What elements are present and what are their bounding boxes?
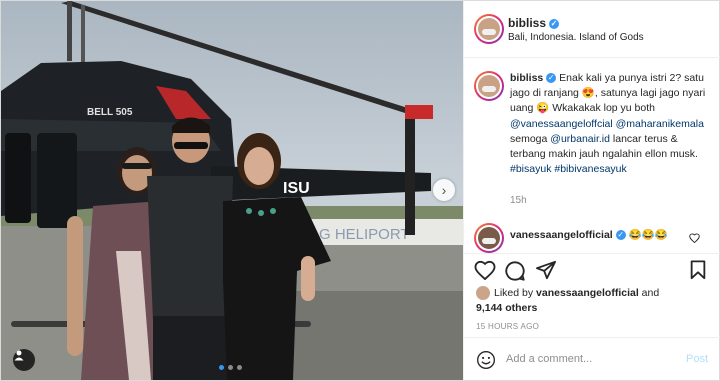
comment-row: vanessaangelofficial ✓ 😂😂😂 bbox=[474, 223, 710, 253]
save-bookmark-icon[interactable] bbox=[689, 260, 707, 285]
caption-time[interactable]: 15h bbox=[510, 195, 527, 206]
carousel-indicator bbox=[219, 365, 242, 370]
helicopter-model-label: BELL 505 bbox=[87, 107, 133, 118]
mention-link[interactable]: @vanessaangeloffcial bbox=[510, 118, 613, 130]
likes-prefix: Liked by bbox=[494, 287, 537, 299]
caption-body: semoga bbox=[510, 132, 551, 145]
heliport-sign-text: G HELIPORT bbox=[319, 226, 410, 243]
hashtag-link[interactable]: #bibivanesayuk bbox=[554, 163, 626, 175]
carousel-dot bbox=[219, 365, 224, 370]
tagged-people-button[interactable] bbox=[13, 349, 35, 371]
add-comment-bar: Add a comment... Post bbox=[464, 337, 720, 381]
carousel-dot bbox=[228, 365, 233, 370]
comment-text: vanessaangelofficial ✓ 😂😂😂 bbox=[510, 228, 668, 241]
share-icon[interactable] bbox=[535, 260, 557, 285]
tail-marking: ISU bbox=[283, 180, 310, 197]
likes-connector: and bbox=[638, 287, 660, 299]
liker-avatar[interactable] bbox=[476, 286, 490, 301]
post-frame: G HELIPORT ISU BELL 505 › bibliss ✓ Bali… bbox=[0, 0, 720, 381]
person-icon bbox=[14, 350, 24, 361]
caption-username[interactable]: bibliss bbox=[510, 72, 543, 84]
post-comment-button[interactable]: Post bbox=[686, 353, 708, 365]
author-username-row[interactable]: bibliss ✓ bbox=[508, 16, 560, 30]
hashtag-link[interactable]: #bisayuk bbox=[510, 163, 551, 175]
carousel-dot bbox=[237, 365, 242, 370]
verified-badge-icon: ✓ bbox=[615, 230, 626, 241]
comment-input[interactable]: Add a comment... bbox=[506, 353, 592, 365]
caption-text: bibliss ✓ Enak kali ya punya istri 2? sat… bbox=[510, 71, 710, 177]
likes-summary: Liked by vanessaangelofficial and 9,144 o… bbox=[476, 286, 659, 316]
heart-icon[interactable] bbox=[474, 260, 496, 285]
liker-username[interactable]: vanessaangelofficial bbox=[536, 287, 639, 299]
emoji-icon[interactable] bbox=[476, 350, 496, 375]
comment-icon[interactable] bbox=[504, 260, 526, 287]
author-username[interactable]: bibliss bbox=[508, 16, 546, 30]
likes-count[interactable]: 9,144 others bbox=[476, 302, 537, 314]
like-comment-icon[interactable] bbox=[689, 233, 700, 246]
post-location[interactable]: Bali, Indonesia. Island of Gods bbox=[508, 32, 644, 43]
caption-avatar[interactable] bbox=[474, 71, 504, 101]
next-image-button[interactable]: › bbox=[433, 179, 455, 201]
mention-link[interactable]: @urbanair.id bbox=[550, 133, 610, 145]
author-avatar[interactable] bbox=[474, 14, 504, 44]
comment-body: 😂😂😂 bbox=[628, 229, 668, 241]
post-header: bibliss ✓ Bali, Indonesia. Island of Gods bbox=[464, 1, 720, 58]
post-timestamp[interactable]: 15 HOURS AGO bbox=[476, 322, 539, 331]
verified-badge-icon: ✓ bbox=[546, 73, 557, 84]
commenter-username[interactable]: vanessaangelofficial bbox=[510, 229, 613, 241]
verified-badge-icon: ✓ bbox=[549, 18, 560, 29]
post-photo[interactable]: G HELIPORT ISU BELL 505 › bbox=[1, 1, 463, 380]
mention-link[interactable]: @maharanikemala bbox=[616, 118, 704, 130]
post-side-panel: bibliss ✓ Bali, Indonesia. Island of Gods… bbox=[463, 1, 720, 380]
action-icons bbox=[474, 260, 710, 286]
commenter-avatar[interactable] bbox=[474, 223, 504, 253]
helicopter-photo: G HELIPORT ISU BELL 505 bbox=[1, 1, 463, 380]
